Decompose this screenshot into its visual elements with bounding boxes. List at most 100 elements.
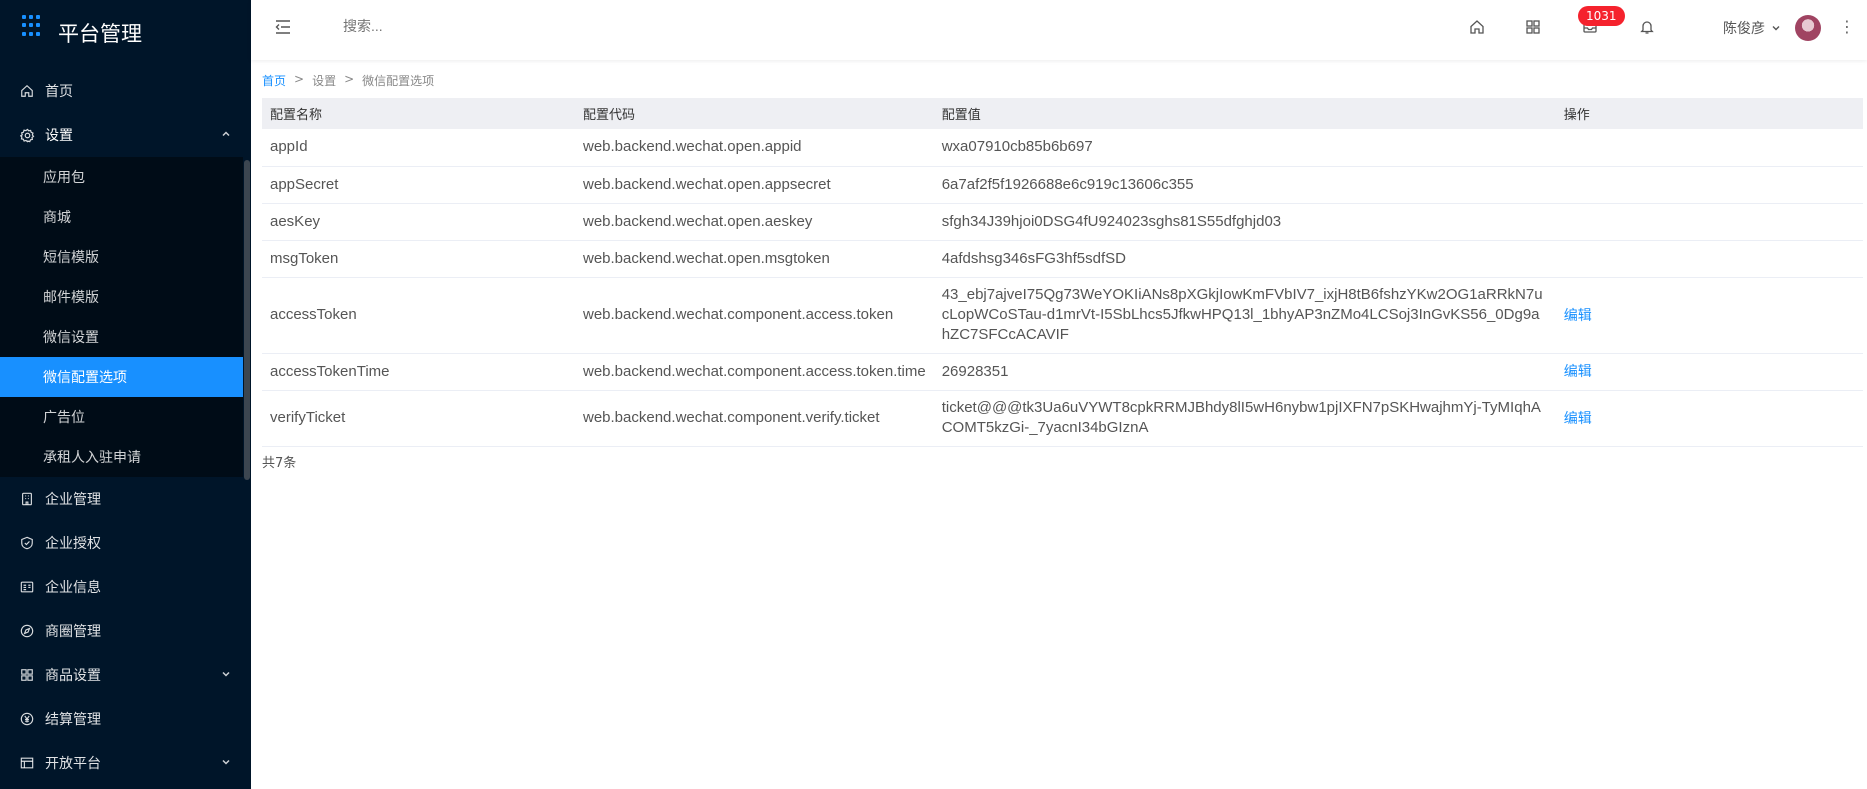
column-header-action: 操作	[1555, 98, 1863, 129]
cell-name: msgToken	[262, 240, 575, 278]
table-row: msgToken web.backend.wechat.open.msgtoke…	[262, 240, 1863, 278]
cell-code: web.backend.wechat.component.verify.tick…	[575, 390, 934, 447]
table-row: aesKey web.backend.wechat.open.aeskey sf…	[262, 203, 1863, 241]
breadcrumb-separator: >	[294, 72, 305, 86]
sidebar-subitem-sms-template[interactable]: 短信模版	[0, 237, 243, 277]
user-menu[interactable]: 陈俊彦	[1723, 18, 1781, 38]
cell-name: appSecret	[262, 166, 575, 204]
chevron-up-icon	[221, 128, 231, 142]
edit-button[interactable]: 编辑	[1564, 410, 1592, 426]
sidebar-item-business-district[interactable]: 商圈管理	[0, 609, 251, 653]
sidebar-subitem-wechat-settings[interactable]: 微信设置	[0, 317, 243, 357]
avatar[interactable]	[1795, 15, 1821, 41]
cell-value: ticket@@@tk3Ua6uVYWT8cpkRRMJBhdy8lI5wH6n…	[933, 390, 1556, 447]
cell-name: verifyTicket	[262, 390, 575, 447]
sidebar-scrollbar[interactable]	[244, 160, 250, 480]
sidebar-item-enterprise-info[interactable]: 企业信息	[0, 565, 251, 609]
sidebar-item-label: 商品设置	[45, 668, 101, 684]
sidebar-subitem-mall[interactable]: 商城	[0, 197, 243, 237]
bell-icon[interactable]	[1637, 17, 1657, 37]
search-input[interactable]	[343, 18, 643, 34]
sidebar-item-home[interactable]: 首页	[0, 69, 251, 113]
shield-icon	[19, 535, 35, 551]
table-row: appId web.backend.wechat.open.appid wxa0…	[262, 129, 1863, 167]
top-header: 1031 陈俊彦 ⋮	[251, 0, 1867, 60]
edit-button[interactable]: 编辑	[1564, 307, 1592, 323]
enterprise-icon	[19, 491, 35, 507]
column-header-code: 配置代码	[575, 98, 934, 129]
sidebar-item-settings[interactable]: 设置	[0, 113, 251, 157]
cell-name: accessToken	[262, 277, 575, 354]
cell-code: web.backend.wechat.component.access.toke…	[575, 353, 934, 391]
cell-value: 6a7af2f5f1926688e6c919c13606c355	[933, 166, 1556, 204]
total-count: 共7条	[262, 456, 297, 471]
cell-code: web.backend.wechat.open.aeskey	[575, 203, 934, 241]
cell-action	[1555, 129, 1863, 167]
sidebar-item-label: 开放平台	[45, 756, 101, 772]
sidebar-subitem-email-template[interactable]: 邮件模版	[0, 277, 243, 317]
brand: 平台管理	[0, 0, 251, 60]
cell-code: web.backend.wechat.open.msgtoken	[575, 240, 934, 278]
table-header-row: 配置名称 配置代码 配置值 操作	[262, 98, 1863, 129]
sidebar-subitem-ad-slot[interactable]: 广告位	[0, 397, 243, 437]
brand-title: 平台管理	[58, 22, 142, 46]
table-row: accessToken web.backend.wechat.component…	[262, 277, 1863, 354]
settings-submenu: 应用包 商城 短信模版 邮件模版 微信设置 微信配置选项 广告位 承租人入驻申请	[0, 157, 243, 477]
id-card-icon	[19, 579, 35, 595]
cell-action: 编辑	[1555, 277, 1863, 354]
cell-code: web.backend.wechat.component.access.toke…	[575, 277, 934, 354]
table-row: appSecret web.backend.wechat.open.appsec…	[262, 166, 1863, 204]
chevron-down-icon	[221, 756, 231, 770]
home-icon	[19, 83, 35, 99]
breadcrumb: 首页 > 设置 > 微信配置选项	[262, 72, 434, 89]
apps-icon[interactable]	[1523, 17, 1543, 37]
breadcrumb-current: 微信配置选项	[362, 74, 435, 88]
breadcrumb-settings[interactable]: 设置	[312, 72, 336, 89]
sidebar-item-settlement[interactable]: 结算管理	[0, 697, 251, 741]
table-icon	[19, 755, 35, 771]
sidebar-item-label: 企业信息	[45, 580, 101, 596]
sidebar-item-label: 企业管理	[45, 492, 101, 508]
sidebar-subitem-app-package[interactable]: 应用包	[0, 157, 243, 197]
sidebar-item-label: 商圈管理	[45, 624, 101, 640]
sidebar-item-label: 企业授权	[45, 536, 101, 552]
sidebar: 平台管理 首页 设置 应用包 商城 短信模版 邮件模版 微信设置 微信配置选项 …	[0, 0, 251, 789]
cell-action: 编辑	[1555, 390, 1863, 447]
cell-name: aesKey	[262, 203, 575, 241]
cell-action	[1555, 203, 1863, 241]
gear-icon	[19, 127, 35, 143]
edit-button[interactable]: 编辑	[1564, 363, 1592, 379]
cell-name: appId	[262, 129, 575, 167]
cell-name: accessTokenTime	[262, 353, 575, 391]
cell-value: sfgh34J39hjoi0DSG4fU924023sghs81S55dfghj…	[933, 203, 1556, 241]
sidebar-item-label: 结算管理	[45, 712, 101, 728]
sidebar-item-open-platform[interactable]: 开放平台	[0, 741, 251, 785]
user-name: 陈俊彦	[1723, 21, 1765, 37]
column-header-value: 配置值	[933, 98, 1556, 129]
column-header-name: 配置名称	[262, 98, 575, 129]
sidebar-item-label: 首页	[45, 84, 73, 100]
sidebar-item-product-settings[interactable]: 商品设置	[0, 653, 251, 697]
sidebar-item-enterprise-auth[interactable]: 企业授权	[0, 521, 251, 565]
yen-icon	[19, 711, 35, 727]
cell-value: 26928351	[933, 353, 1556, 391]
breadcrumb-separator: >	[344, 72, 355, 86]
apps-icon	[19, 667, 35, 683]
cell-action	[1555, 240, 1863, 278]
cell-value: wxa07910cb85b6b697	[933, 129, 1556, 167]
menu-fold-icon[interactable]	[273, 17, 293, 37]
sidebar-item-enterprise[interactable]: 企业管理	[0, 477, 251, 521]
home-icon[interactable]	[1467, 17, 1487, 37]
cell-code: web.backend.wechat.open.appsecret	[575, 166, 934, 204]
sidebar-subitem-tenant-application[interactable]: 承租人入驻申请	[0, 437, 243, 477]
sidebar-subitem-wechat-config[interactable]: 微信配置选项	[0, 357, 243, 397]
breadcrumb-home[interactable]: 首页	[262, 72, 286, 89]
sidebar-item-label: 设置	[45, 128, 73, 144]
chevron-down-icon	[221, 668, 231, 682]
sidebar-menu: 首页 设置 应用包 商城 短信模版 邮件模版 微信设置 微信配置选项 广告位 承…	[0, 69, 251, 785]
more-vertical-icon[interactable]: ⋮	[1839, 17, 1855, 37]
table-row: verifyTicket web.backend.wechat.componen…	[262, 390, 1863, 447]
cell-value: 43_ebj7ajveI75Qg73WeYOKIiANs8pXGkjIowKmF…	[933, 277, 1556, 354]
cell-value: 4afdshsg346sFG3hf5sdfSD	[933, 240, 1556, 278]
app-grid-icon[interactable]	[22, 15, 44, 37]
